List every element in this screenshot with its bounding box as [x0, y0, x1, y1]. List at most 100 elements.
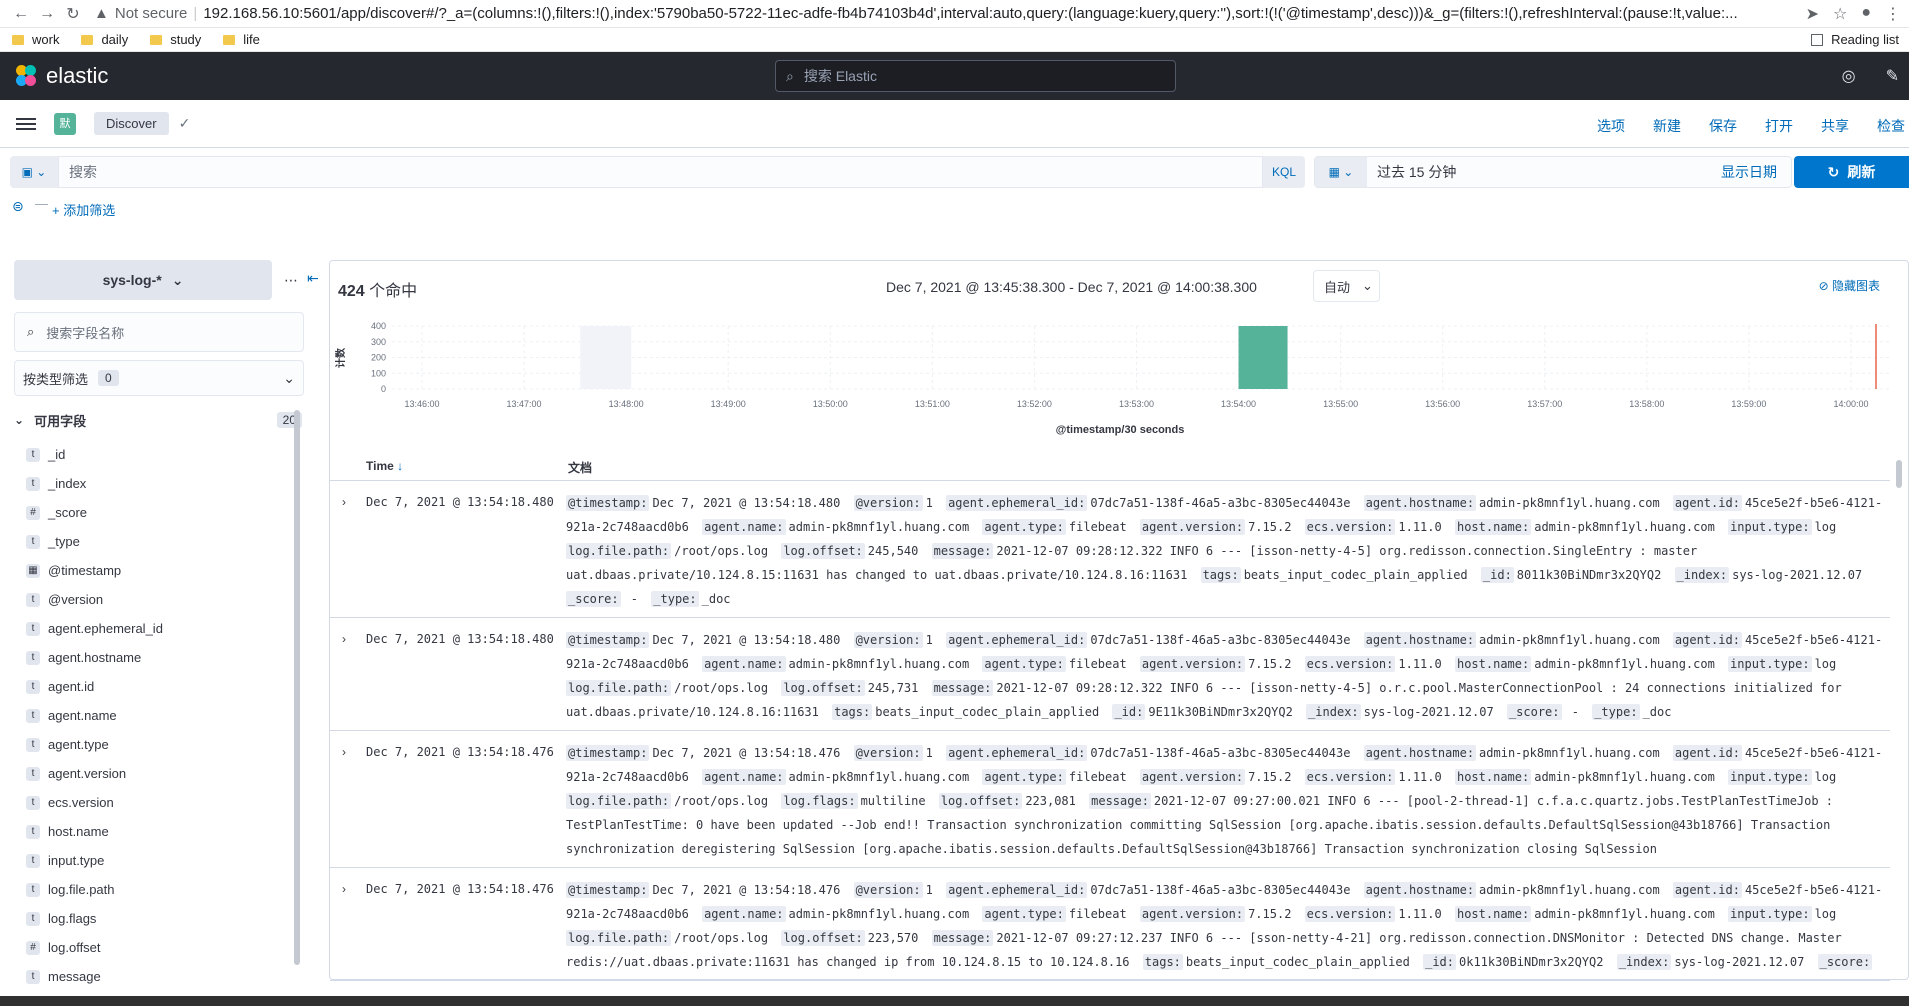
field-item[interactable]: ▦ @timestamp	[14, 556, 304, 585]
reading-list-icon	[1811, 33, 1824, 46]
date-picker[interactable]: ▦ ⌄ 过去 15 分钟 显示日期	[1314, 156, 1792, 188]
menu-open[interactable]: 打开	[1765, 116, 1793, 136]
filter-options-icon[interactable]: ⊜	[12, 198, 24, 215]
field-value: sys-log-2021.12.07	[1732, 568, 1863, 582]
index-options-icon[interactable]: ⋯	[284, 272, 298, 289]
global-search-input[interactable]: ⌕ 搜索 Elastic	[775, 60, 1176, 92]
field-value: 7.15.2	[1248, 907, 1292, 921]
field-key: agent.version:	[1139, 769, 1246, 785]
index-pattern-selector[interactable]: sys-log-* ⌄	[14, 260, 272, 300]
expand-row-icon[interactable]: ›	[342, 882, 346, 896]
menu-new[interactable]: 新建	[1653, 116, 1681, 136]
menu-save[interactable]: 保存	[1709, 116, 1737, 136]
field-item[interactable]: t agent.id	[14, 672, 304, 701]
back-icon[interactable]: ←	[8, 5, 34, 23]
available-fields-header[interactable]: ⌄ 可用字段 20	[14, 410, 304, 430]
interval-select[interactable]: 自动 ⌄	[1313, 270, 1380, 302]
menu-share[interactable]: 共享	[1821, 116, 1849, 136]
field-key: _id:	[1423, 954, 1456, 970]
hamburger-menu-icon[interactable]	[16, 115, 36, 133]
field-item[interactable]: t _index	[14, 469, 304, 498]
field-item[interactable]: t agent.version	[14, 759, 304, 788]
field-item[interactable]: t message	[14, 962, 304, 991]
y-tick-label: 0	[381, 384, 386, 394]
table-row[interactable]: › Dec 7, 2021 @ 13:54:18.480 @timestamp: De…	[330, 481, 1890, 618]
field-item[interactable]: t host.name	[14, 817, 304, 846]
table-row[interactable]: › Dec 7, 2021 @ 13:54:18.476 @timestamp: De…	[330, 868, 1890, 981]
sidebar-scrollbar[interactable]	[294, 410, 300, 965]
field-key: _score:	[1506, 704, 1562, 720]
field-key: agent.id:	[1672, 882, 1742, 898]
field-search-input[interactable]: ⌕ 搜索字段名称	[14, 312, 304, 352]
field-key: input.type:	[1728, 656, 1812, 672]
expand-row-icon[interactable]: ›	[342, 632, 346, 646]
menu-icon[interactable]: ⋮	[1885, 4, 1901, 24]
field-key: agent.name:	[702, 769, 786, 785]
field-item[interactable]: t @version	[14, 585, 304, 614]
search-icon: ⌕	[786, 67, 794, 84]
bookmark-study[interactable]: study	[150, 32, 201, 47]
field-item[interactable]: t agent.type	[14, 730, 304, 759]
field-key: @timestamp:	[566, 745, 650, 761]
bookmark-work[interactable]: work	[12, 32, 59, 47]
histogram-chart[interactable]: 计数 0 100 200 300 400 13:46:00 13:47:00 13:48:00 1…	[330, 316, 1909, 441]
field-item[interactable]: # _score	[14, 498, 304, 527]
field-item[interactable]: t log.file.path	[14, 875, 304, 904]
table-row[interactable]: › Dec 7, 2021 @ 13:54:18.480 @timestamp: De…	[330, 618, 1890, 731]
breadcrumb[interactable]: Discover	[94, 112, 169, 135]
menu-inspect[interactable]: 检查	[1877, 116, 1905, 136]
saved-query-button[interactable]: ▣ ⌄	[10, 156, 58, 188]
forward-icon[interactable]: →	[34, 5, 60, 23]
news-icon[interactable]: ✎	[1886, 66, 1899, 86]
field-item[interactable]: t _type	[14, 527, 304, 556]
field-value: beats_input_codec_plain_applied	[1185, 955, 1410, 969]
send-icon[interactable]: ➤	[1806, 4, 1819, 24]
profile-icon[interactable]: ●	[1861, 4, 1871, 24]
field-item[interactable]: t agent.ephemeral_id	[14, 614, 304, 643]
query-bar: ▣ ⌄ 搜索 KQL ▦ ⌄ 过去 15 分钟 显示日期 ↻ 刷新	[0, 148, 1909, 196]
elastic-logo[interactable]: elastic	[14, 63, 108, 89]
add-filter-button[interactable]: + 添加筛选	[52, 200, 115, 219]
field-key: agent.version:	[1139, 519, 1246, 535]
bookmark-life[interactable]: life	[223, 32, 260, 47]
table-scrollbar[interactable]	[1896, 460, 1902, 488]
expand-row-icon[interactable]: ›	[342, 745, 346, 759]
reading-list[interactable]: Reading list	[1811, 32, 1899, 47]
reload-icon[interactable]: ↻	[60, 4, 86, 24]
refresh-button[interactable]: ↻ 刷新	[1794, 156, 1909, 188]
menu-options[interactable]: 选项	[1597, 116, 1625, 136]
field-item[interactable]: t agent.hostname	[14, 643, 304, 672]
query-input[interactable]: 搜索	[58, 156, 1263, 188]
string-type-icon: t	[26, 447, 40, 462]
space-avatar[interactable]: 默	[54, 112, 76, 135]
hide-chart-button[interactable]: ⊘ 隐藏图表	[1819, 277, 1880, 294]
field-item[interactable]: t _id	[14, 440, 304, 469]
field-item[interactable]: # log.offset	[14, 933, 304, 962]
field-item[interactable]: t log.flags	[14, 904, 304, 933]
calendar-icon[interactable]: ▦ ⌄	[1315, 157, 1367, 187]
x-tick-label: 13:53:00	[1119, 399, 1154, 409]
field-item[interactable]: t input.type	[14, 846, 304, 875]
field-item[interactable]: t ecs.version	[14, 788, 304, 817]
table-row[interactable]: › Dec 7, 2021 @ 13:54:18.476 @timestamp: De…	[330, 731, 1890, 868]
field-value: 7.15.2	[1248, 770, 1292, 784]
address-bar[interactable]: ▲ Not secure | 192.168.56.10:5601/app/di…	[94, 5, 1796, 22]
filter-by-type-button[interactable]: 按类型筛选 0 ⌄	[14, 360, 304, 396]
help-icon[interactable]: ◎	[1842, 66, 1856, 86]
star-icon[interactable]: ☆	[1833, 4, 1847, 24]
field-key: agent.version:	[1139, 906, 1246, 922]
field-item[interactable]: t agent.name	[14, 701, 304, 730]
collapse-sidebar-icon[interactable]: ⇤	[307, 270, 319, 287]
column-time-header[interactable]: Time ↓	[366, 459, 403, 473]
url-text[interactable]: 192.168.56.10:5601/app/discover#/?_a=(co…	[203, 5, 1737, 22]
not-secure-label: Not secure	[114, 5, 188, 22]
field-key: ecs.version:	[1304, 769, 1396, 785]
field-value: /root/ops.log	[674, 544, 769, 558]
field-key: @version:	[853, 882, 923, 898]
field-value: multiline	[860, 794, 926, 808]
kql-toggle[interactable]: KQL	[1263, 156, 1305, 188]
show-dates-link[interactable]: 显示日期	[1721, 162, 1777, 182]
bookmark-daily[interactable]: daily	[81, 32, 128, 47]
field-key: message:	[931, 680, 994, 696]
expand-row-icon[interactable]: ›	[342, 495, 346, 509]
